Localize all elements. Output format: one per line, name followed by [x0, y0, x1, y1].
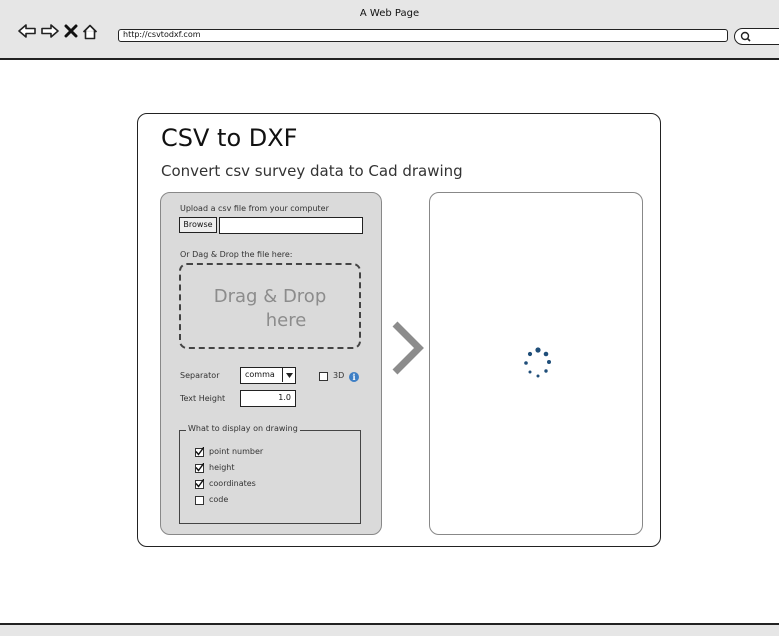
- height-label: height: [209, 463, 235, 472]
- page-title: CSV to DXF: [161, 124, 298, 152]
- url-bar[interactable]: http://csvtodxf.com: [118, 29, 728, 42]
- separator-label: Separator: [180, 371, 220, 380]
- text-height-label: Text Height: [180, 394, 226, 403]
- select-dropdown-button[interactable]: [282, 368, 295, 382]
- page-subtitle: Convert csv survey data to Cad drawing: [161, 162, 463, 180]
- point-number-checkbox[interactable]: [195, 447, 204, 457]
- separator-value: comma: [245, 370, 275, 379]
- upload-label: Upload a csv file from your computer: [180, 204, 329, 213]
- caret-down-icon: [285, 372, 293, 378]
- back-arrow-icon[interactable]: [18, 24, 36, 38]
- coordinates-label: coordinates: [209, 479, 256, 488]
- close-icon[interactable]: [64, 24, 78, 38]
- drop-zone[interactable]: Drag & Drop here: [179, 263, 361, 349]
- browse-button[interactable]: Browse: [179, 217, 217, 233]
- 3d-checkbox[interactable]: [319, 372, 328, 381]
- info-icon[interactable]: i: [349, 372, 359, 382]
- search-icon: [740, 31, 751, 42]
- window-title: A Web Page: [359, 8, 420, 19]
- drop-zone-text: Drag & Drop here: [181, 285, 359, 333]
- forward-arrow-icon[interactable]: [41, 24, 59, 38]
- display-options-legend: What to display on drawing: [186, 424, 300, 433]
- text-height-input[interactable]: 1.0: [240, 390, 296, 407]
- separator-select[interactable]: comma: [240, 367, 296, 384]
- home-icon[interactable]: [82, 24, 98, 40]
- dragdrop-label: Or Dag & Drop the file here:: [180, 250, 293, 259]
- drop-zone-line2: here: [265, 310, 307, 331]
- display-options-group: [179, 430, 361, 524]
- drop-zone-line1: Drag & Drop: [213, 286, 327, 307]
- browser-search-field[interactable]: [734, 28, 779, 45]
- height-checkbox[interactable]: [195, 463, 204, 473]
- checkmark-icon: [195, 479, 204, 488]
- browser-toolbar: A Web Page http://csvtodxf.com: [0, 0, 779, 60]
- 3d-label: 3D: [333, 371, 345, 380]
- file-path-field[interactable]: [219, 217, 363, 234]
- checkmark-icon: [195, 463, 204, 472]
- status-bar: [0, 623, 779, 636]
- code-checkbox[interactable]: [195, 496, 204, 505]
- checkmark-icon: [195, 447, 204, 456]
- loading-spinner-icon: [524, 347, 551, 378]
- code-label: code: [209, 495, 229, 504]
- coordinates-checkbox[interactable]: [195, 479, 204, 489]
- chevron-right-icon: [392, 321, 424, 375]
- point-number-label: point number: [209, 447, 264, 456]
